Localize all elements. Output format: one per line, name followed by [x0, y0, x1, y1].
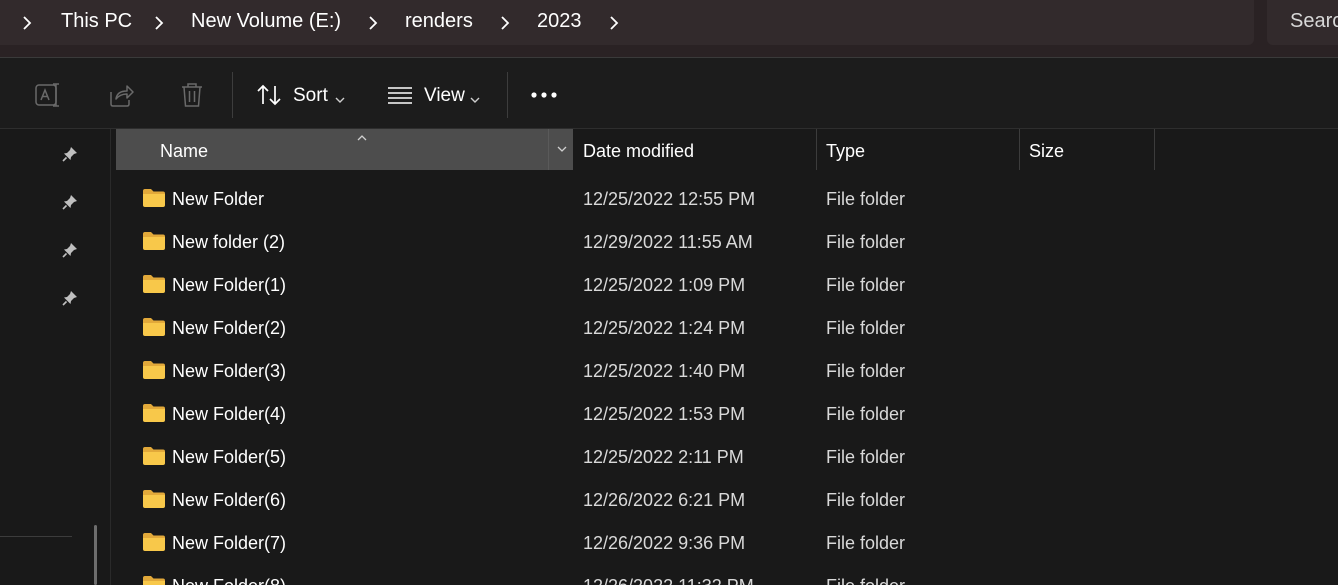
- file-type: File folder: [826, 490, 906, 510]
- search-placeholder: Search: [1290, 10, 1338, 32]
- table-row[interactable]: New Folder(7) 12/26/2022 9:36 PM File fo…: [116, 522, 1338, 565]
- file-name: New Folder(7): [172, 533, 287, 553]
- file-date: 12/26/2022 11:32 PM: [583, 576, 754, 585]
- column-divider[interactable]: [816, 129, 817, 170]
- pin-icon[interactable]: [61, 289, 79, 312]
- column-header-row: Name Date modified Type Size: [116, 129, 1338, 170]
- column-header-name[interactable]: Name: [116, 129, 573, 170]
- file-name: New Folder(5): [172, 447, 287, 467]
- breadcrumb-new-volume[interactable]: New Volume (E:): [191, 10, 341, 33]
- navigation-pane: [0, 129, 111, 585]
- file-date: 12/25/2022 2:11 PM: [583, 447, 744, 467]
- folder-icon: [142, 188, 166, 213]
- rename-icon[interactable]: [34, 82, 62, 108]
- chevron-down-icon[interactable]: [334, 91, 346, 109]
- breadcrumb-renders[interactable]: renders: [405, 10, 473, 33]
- file-type: File folder: [826, 189, 906, 209]
- column-header-type[interactable]: Type: [826, 141, 865, 162]
- file-date: 12/25/2022 1:24 PM: [583, 318, 746, 338]
- file-date: 12/25/2022 1:40 PM: [583, 361, 746, 381]
- folder-icon: [142, 231, 166, 256]
- file-type: File folder: [826, 533, 906, 553]
- file-name: New Folder(4): [172, 404, 287, 424]
- table-row[interactable]: New Folder(6) 12/26/2022 6:21 PM File fo…: [116, 479, 1338, 522]
- pin-icon[interactable]: [61, 241, 79, 264]
- pin-icon[interactable]: [61, 193, 79, 216]
- table-row[interactable]: New Folder(5) 12/25/2022 2:11 PM File fo…: [116, 436, 1338, 479]
- column-filter-dropdown[interactable]: [548, 129, 574, 170]
- view-button[interactable]: View: [424, 85, 465, 107]
- file-name: New Folder(2): [172, 318, 287, 338]
- folder-icon: [142, 575, 166, 585]
- folder-icon: [142, 489, 166, 514]
- folder-icon: [142, 360, 166, 385]
- file-type: File folder: [826, 576, 905, 585]
- file-name: New Folder: [172, 189, 265, 209]
- file-type: File folder: [826, 447, 906, 467]
- more-options-icon[interactable]: [530, 91, 558, 99]
- column-divider[interactable]: [1154, 129, 1155, 170]
- file-name: New Folder(8): [172, 576, 286, 585]
- column-header-date-modified[interactable]: Date modified: [583, 141, 694, 162]
- breadcrumb-this-pc[interactable]: This PC: [61, 10, 132, 33]
- file-type: File folder: [826, 232, 906, 252]
- pin-icon[interactable]: [61, 145, 79, 168]
- divider: [110, 129, 111, 585]
- divider: [0, 536, 72, 537]
- file-date: 12/26/2022 9:36 PM: [583, 533, 746, 553]
- chevron-right-icon[interactable]: [366, 15, 380, 31]
- nav-scrollbar[interactable]: [94, 525, 97, 585]
- folder-icon: [142, 403, 166, 428]
- chevron-right-icon[interactable]: [498, 15, 512, 31]
- chevron-down-icon[interactable]: [469, 91, 481, 109]
- column-header-name-label: Name: [160, 141, 209, 161]
- file-type: File folder: [826, 361, 906, 381]
- share-icon[interactable]: [107, 82, 135, 108]
- folder-icon: [142, 317, 166, 342]
- table-row[interactable]: New folder (2) 12/29/2022 11:55 AM File …: [116, 221, 1338, 264]
- file-name: New folder (2): [172, 232, 286, 252]
- sort-icon[interactable]: [256, 83, 284, 107]
- breadcrumb-2023[interactable]: 2023: [537, 10, 582, 33]
- view-icon[interactable]: [386, 85, 414, 105]
- table-row[interactable]: New Folder(8) 12/26/2022 11:32 PM File f…: [116, 565, 1338, 585]
- folder-icon: [142, 446, 166, 471]
- table-row[interactable]: New Folder(2) 12/25/2022 1:24 PM File fo…: [116, 307, 1338, 350]
- file-type: File folder: [826, 404, 906, 424]
- divider: [507, 72, 508, 118]
- chevron-right-icon[interactable]: [607, 15, 621, 31]
- file-type: File folder: [826, 275, 906, 295]
- file-name: New Folder(1): [172, 275, 287, 295]
- file-name: New Folder(6): [172, 490, 287, 510]
- sort-button[interactable]: Sort: [293, 85, 328, 107]
- command-bar: Sort View: [0, 58, 1338, 128]
- table-row[interactable]: New Folder(1) 12/25/2022 1:09 PM File fo…: [116, 264, 1338, 307]
- chevron-right-icon[interactable]: [152, 15, 166, 31]
- folder-icon: [142, 274, 166, 299]
- divider: [232, 72, 233, 118]
- search-box[interactable]: Search: [1267, 0, 1338, 45]
- column-divider[interactable]: [1019, 129, 1020, 170]
- file-date: 12/26/2022 6:21 PM: [583, 490, 746, 510]
- address-bar[interactable]: This PC New Volume (E:) renders 2023: [0, 0, 1254, 45]
- table-row[interactable]: New Folder(3) 12/25/2022 1:40 PM File fo…: [116, 350, 1338, 393]
- file-name: New Folder(3): [172, 361, 287, 381]
- file-date: 12/25/2022 12:55 PM: [583, 189, 756, 209]
- delete-icon[interactable]: [180, 81, 204, 109]
- file-date: 12/25/2022 1:53 PM: [583, 404, 746, 424]
- sort-ascending-icon: [356, 129, 368, 147]
- column-header-size[interactable]: Size: [1029, 141, 1064, 162]
- table-row[interactable]: New Folder(4) 12/25/2022 1:53 PM File fo…: [116, 393, 1338, 436]
- file-date: 12/29/2022 11:55 AM: [583, 232, 753, 252]
- chevron-right-icon[interactable]: [20, 15, 34, 31]
- file-type: File folder: [826, 318, 906, 338]
- file-date: 12/25/2022 1:09 PM: [583, 275, 746, 295]
- folder-icon: [142, 532, 166, 557]
- table-row[interactable]: New Folder 12/25/2022 12:55 PM File fold…: [116, 178, 1338, 221]
